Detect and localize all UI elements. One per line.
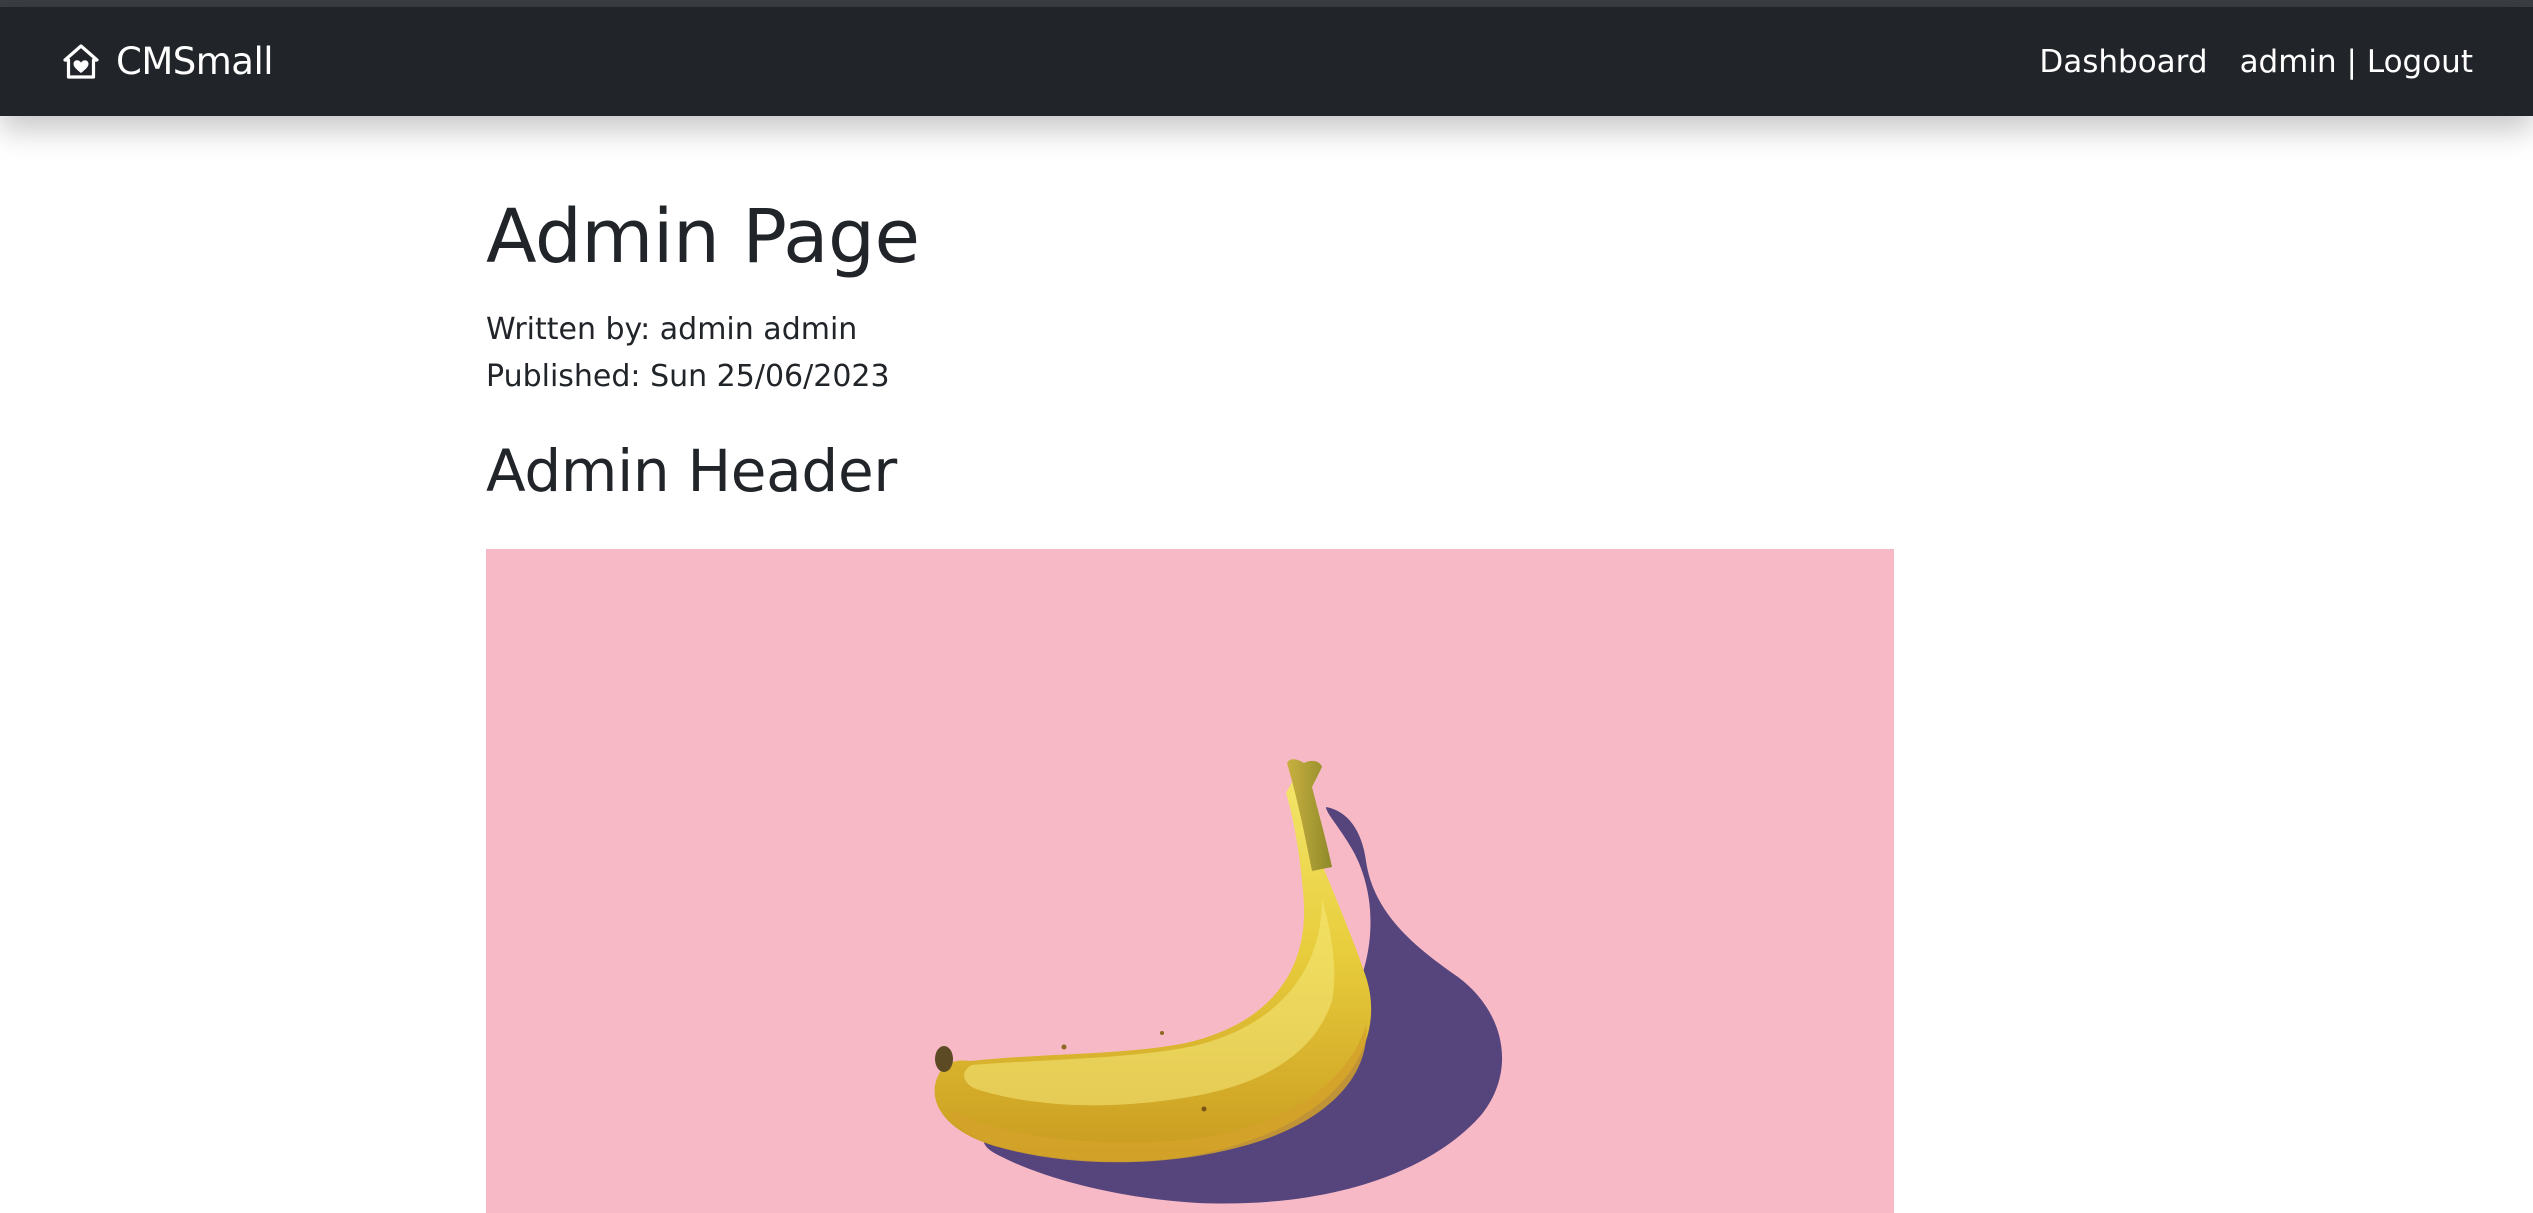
banana-tip <box>935 1046 953 1072</box>
published-date: Published: Sun 25/06/2023 <box>486 359 890 394</box>
user-logout-link[interactable]: admin | Logout <box>2240 44 2473 80</box>
page-title: Admin Page <box>486 194 920 280</box>
dashboard-link[interactable]: Dashboard <box>2039 44 2207 80</box>
home-heart-icon <box>62 43 100 81</box>
author-line: Written by: admin admin <box>486 312 858 347</box>
content-header: Admin Header <box>486 437 897 505</box>
brand-name: CMSmall <box>116 40 274 83</box>
nav-links: Dashboard admin | Logout <box>2039 7 2473 116</box>
banana-image <box>486 549 1894 1213</box>
navbar: CMSmall Dashboard admin | Logout <box>0 7 2533 116</box>
brand-link[interactable]: CMSmall <box>62 7 274 116</box>
browser-top-strip <box>0 0 2533 7</box>
